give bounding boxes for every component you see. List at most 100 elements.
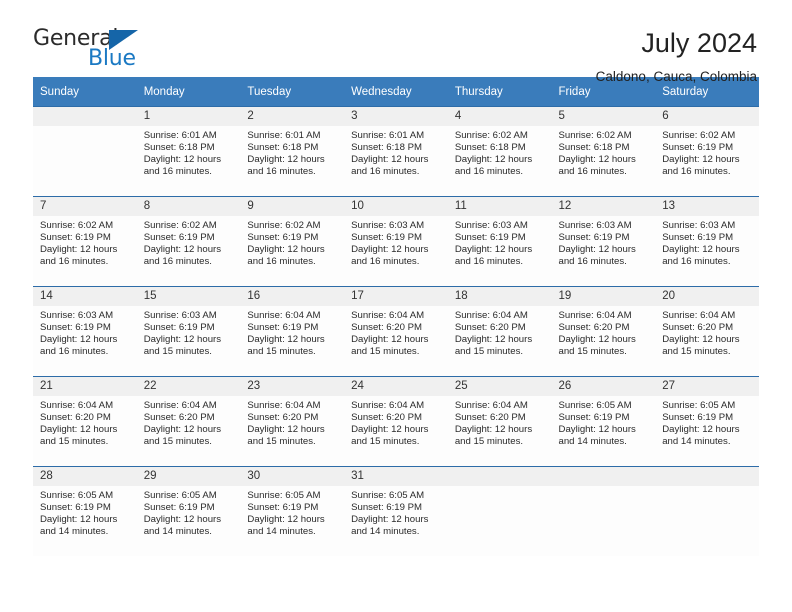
daylight-text-line2: and 16 minutes.: [351, 255, 420, 267]
day-number: 24: [344, 377, 448, 396]
daylight-text-line2: and 15 minutes.: [454, 345, 524, 357]
daylight-text-line1: Daylight: 12 hours: [40, 423, 118, 435]
daylight-text-line2: and 15 minutes.: [247, 435, 316, 447]
sunrise-text: Sunrise: 6:03 AM: [143, 310, 217, 321]
daylight-text-line1: Daylight: 12 hours: [40, 243, 118, 255]
calendar-day-cell[interactable]: 9 Sunrise: 6:02 AM Sunset: 6:19 PM Daylight…: [240, 196, 345, 287]
daylight-text-line1: Daylight: 12 hours: [558, 243, 636, 255]
calendar-day-cell[interactable]: 23 Sunrise: 6:04 AM Sunset: 6:20 PM Dayligh…: [240, 376, 345, 467]
calendar-day-cell[interactable]: 7 Sunrise: 6:02 AM Sunset: 6:19 PM Daylight…: [33, 196, 137, 287]
calendar-day-cell[interactable]: 24 Sunrise: 6:04 AM Sunset: 6:20 PM Dayligh…: [344, 376, 448, 467]
page-header: General Blue July 2024 Caldono, Cauca, C…: [33, 0, 759, 85]
day-number: 18: [447, 287, 552, 306]
daylight-text-line2: and 16 minutes.: [40, 255, 109, 267]
day-details: Sunrise: 6:03 AM Sunset: 6:19 PM Daylight:…: [344, 216, 448, 268]
calendar-day-cell[interactable]: 27 Sunrise: 6:05 AM Sunset: 6:19 PM Dayligh…: [655, 376, 759, 467]
calendar-day-cell[interactable]: 1 Sunrise: 6:01 AM Sunset: 6:18 PM Daylight…: [136, 106, 241, 197]
sunrise-text: Sunrise: 6:03 AM: [351, 220, 425, 231]
calendar-page: General Blue July 2024 Caldono, Cauca, C…: [0, 0, 792, 612]
sunset-text: Sunset: 6:19 PM: [662, 231, 734, 243]
calendar-day-cell[interactable]: 15 Sunrise: 6:03 AM Sunset: 6:19 PM Dayligh…: [136, 286, 241, 377]
daylight-text-line2: and 15 minutes.: [351, 435, 420, 447]
calendar-body: 1 Sunrise: 6:01 AM Sunset: 6:18 PM Daylight…: [33, 106, 759, 556]
sunset-text: Sunset: 6:20 PM: [454, 321, 526, 333]
sunrise-text: Sunrise: 6:05 AM: [40, 490, 114, 501]
day-details: Sunrise: 6:02 AM Sunset: 6:18 PM Daylight:…: [552, 126, 656, 178]
calendar-day-cell[interactable]: 8 Sunrise: 6:02 AM Sunset: 6:19 PM Daylight…: [136, 196, 241, 287]
daylight-text-line1: Daylight: 12 hours: [662, 153, 740, 165]
calendar-day-cell[interactable]: 21 Sunrise: 6:04 AM Sunset: 6:20 PM Dayligh…: [33, 376, 137, 467]
sunset-text: Sunset: 6:18 PM: [247, 141, 319, 153]
daylight-text-line2: and 14 minutes.: [40, 525, 109, 537]
calendar-week-row: 7 Sunrise: 6:02 AM Sunset: 6:19 PM Daylight…: [33, 196, 759, 287]
day-number: 19: [551, 287, 656, 306]
day-number: [551, 467, 656, 486]
title-block: July 2024 Caldono, Cauca, Colombia: [596, 28, 759, 86]
daylight-text-line1: Daylight: 12 hours: [558, 423, 636, 435]
day-number: 23: [240, 377, 345, 396]
daylight-text-line2: and 16 minutes.: [454, 165, 524, 177]
calendar-day-cell[interactable]: 11 Sunrise: 6:03 AM Sunset: 6:19 PM Dayligh…: [447, 196, 552, 287]
day-details: [552, 486, 656, 490]
sunrise-text: Sunrise: 6:03 AM: [662, 220, 736, 231]
calendar-day-cell[interactable]: 25 Sunrise: 6:04 AM Sunset: 6:20 PM Dayligh…: [447, 376, 552, 467]
calendar-day-cell[interactable]: 19 Sunrise: 6:04 AM Sunset: 6:20 PM Dayligh…: [551, 286, 656, 377]
calendar-day-cell[interactable]: 12 Sunrise: 6:03 AM Sunset: 6:19 PM Dayligh…: [551, 196, 656, 287]
daylight-text-line2: and 15 minutes.: [247, 345, 316, 357]
sunrise-text: Sunrise: 6:02 AM: [454, 130, 528, 141]
calendar-day-cell[interactable]: 16 Sunrise: 6:04 AM Sunset: 6:19 PM Dayligh…: [240, 286, 345, 377]
day-details: Sunrise: 6:04 AM Sunset: 6:20 PM Daylight:…: [344, 306, 448, 358]
sunrise-text: Sunrise: 6:04 AM: [454, 310, 528, 321]
sunset-text: Sunset: 6:19 PM: [40, 321, 111, 333]
calendar-day-cell[interactable]: 26 Sunrise: 6:05 AM Sunset: 6:19 PM Dayligh…: [551, 376, 656, 467]
calendar-day-cell[interactable]: 10 Sunrise: 6:03 AM Sunset: 6:19 PM Dayligh…: [344, 196, 448, 287]
daylight-text-line2: and 15 minutes.: [351, 345, 420, 357]
calendar-day-cell[interactable]: 31 Sunrise: 6:05 AM Sunset: 6:19 PM Dayligh…: [344, 466, 448, 556]
brand-logo[interactable]: General Blue: [33, 28, 163, 76]
daylight-text-line2: and 16 minutes.: [558, 165, 627, 177]
calendar-day-cell[interactable]: 4 Sunrise: 6:02 AM Sunset: 6:18 PM Daylight…: [447, 106, 552, 197]
calendar-day-cell[interactable]: 22 Sunrise: 6:04 AM Sunset: 6:20 PM Dayligh…: [136, 376, 241, 467]
calendar-day-cell[interactable]: 2 Sunrise: 6:01 AM Sunset: 6:18 PM Daylight…: [240, 106, 345, 197]
sunrise-text: Sunrise: 6:02 AM: [558, 130, 632, 141]
calendar-day-cell[interactable]: 3 Sunrise: 6:01 AM Sunset: 6:18 PM Daylight…: [344, 106, 448, 197]
calendar-day-cell[interactable]: 6 Sunrise: 6:02 AM Sunset: 6:19 PM Daylight…: [655, 106, 759, 197]
sunrise-text: Sunrise: 6:04 AM: [247, 400, 321, 411]
sunrise-text: Sunrise: 6:04 AM: [454, 400, 528, 411]
daylight-text-line1: Daylight: 12 hours: [143, 153, 222, 165]
calendar-day-cell[interactable]: 18 Sunrise: 6:04 AM Sunset: 6:20 PM Dayligh…: [447, 286, 552, 377]
weekday-header-tuesday: Tuesday: [240, 77, 345, 107]
page-subtitle: Caldono, Cauca, Colombia: [595, 69, 757, 84]
daylight-text-line1: Daylight: 12 hours: [143, 333, 222, 345]
daylight-text-line1: Daylight: 12 hours: [662, 243, 740, 255]
daylight-text-line2: and 14 minutes.: [662, 435, 731, 447]
calendar-day-cell[interactable]: 14 Sunrise: 6:03 AM Sunset: 6:19 PM Dayligh…: [33, 286, 137, 377]
daylight-text-line1: Daylight: 12 hours: [247, 243, 325, 255]
sunset-text: Sunset: 6:18 PM: [351, 141, 423, 153]
day-number: [447, 467, 552, 486]
day-number: 8: [136, 197, 241, 216]
sunrise-text: Sunrise: 6:05 AM: [662, 400, 736, 411]
daylight-text-line2: and 16 minutes.: [662, 255, 731, 267]
calendar-day-cell[interactable]: 28 Sunrise: 6:05 AM Sunset: 6:19 PM Dayligh…: [33, 466, 137, 556]
calendar-table: Sunday Monday Tuesday Wednesday Thursday…: [33, 77, 759, 556]
sunset-text: Sunset: 6:18 PM: [454, 141, 526, 153]
daylight-text-line2: and 14 minutes.: [247, 525, 316, 537]
daylight-text-line2: and 15 minutes.: [143, 435, 212, 447]
calendar-day-cell[interactable]: 5 Sunrise: 6:02 AM Sunset: 6:18 PM Daylight…: [551, 106, 656, 197]
daylight-text-line2: and 14 minutes.: [351, 525, 420, 537]
day-number: 13: [655, 197, 759, 216]
sunrise-text: Sunrise: 6:05 AM: [558, 400, 632, 411]
sunrise-text: Sunrise: 6:02 AM: [143, 220, 217, 231]
calendar-day-cell[interactable]: 13 Sunrise: 6:03 AM Sunset: 6:19 PM Dayligh…: [655, 196, 759, 287]
sunrise-text: Sunrise: 6:04 AM: [247, 310, 321, 321]
calendar-day-cell-empty: [655, 466, 759, 556]
calendar-day-cell[interactable]: 17 Sunrise: 6:04 AM Sunset: 6:20 PM Dayligh…: [344, 286, 448, 377]
calendar-day-cell[interactable]: 30 Sunrise: 6:05 AM Sunset: 6:19 PM Dayligh…: [240, 466, 345, 556]
weekday-header-monday: Monday: [136, 77, 241, 107]
day-number: 22: [136, 377, 241, 396]
calendar-day-cell[interactable]: 20 Sunrise: 6:04 AM Sunset: 6:20 PM Dayligh…: [655, 286, 759, 377]
day-details: Sunrise: 6:04 AM Sunset: 6:19 PM Daylight:…: [240, 306, 344, 358]
calendar-day-cell[interactable]: 29 Sunrise: 6:05 AM Sunset: 6:19 PM Dayligh…: [136, 466, 241, 556]
day-details: [33, 126, 137, 130]
